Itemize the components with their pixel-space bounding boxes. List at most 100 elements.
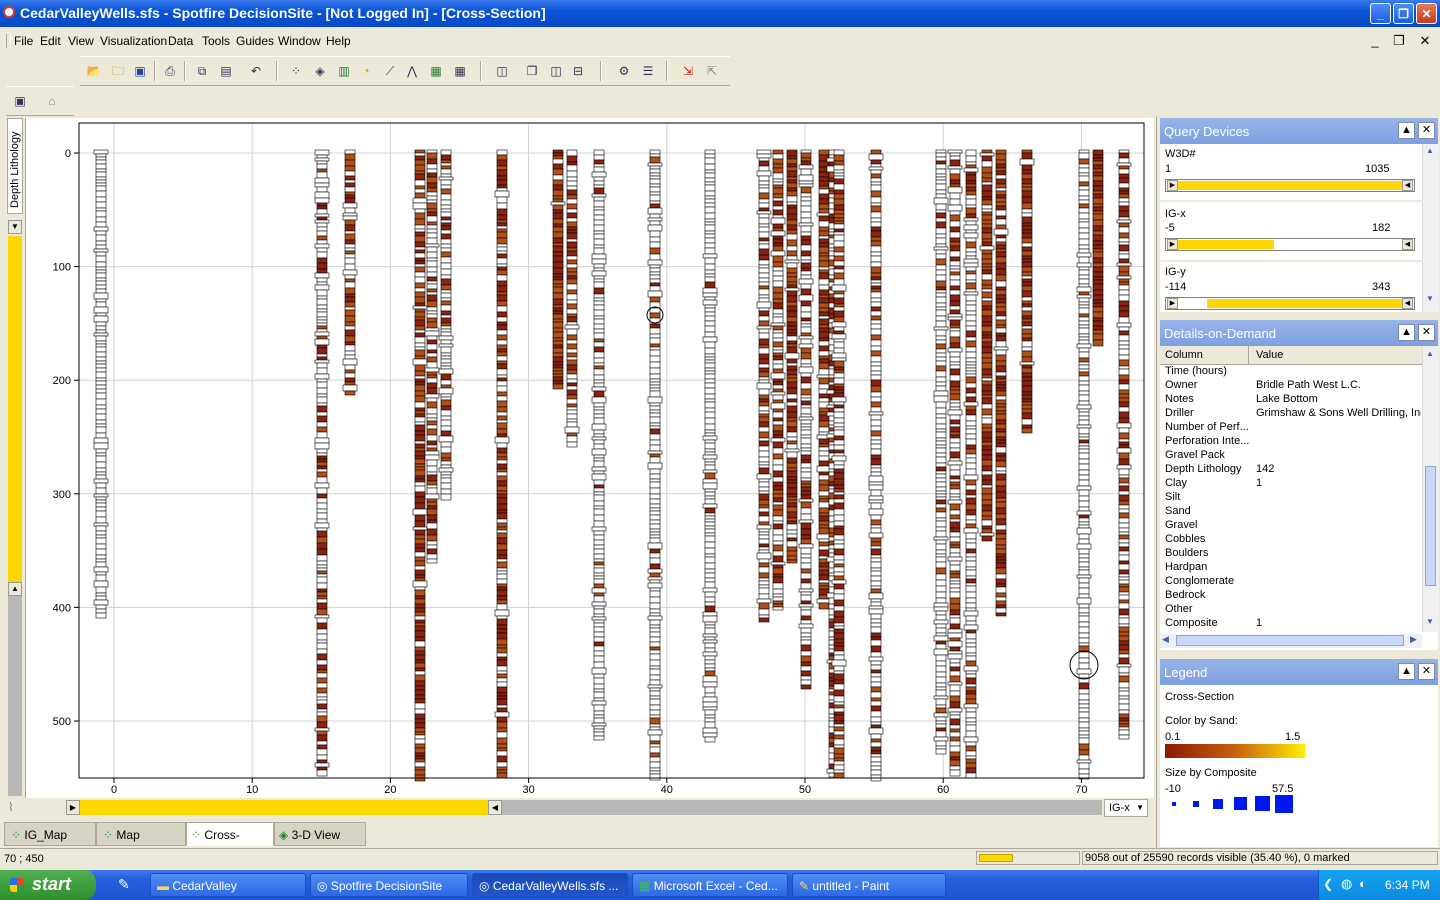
well-log-segment[interactable] [1021, 169, 1033, 175]
well-log-segment[interactable] [1118, 482, 1130, 487]
well-log-segment[interactable] [786, 529, 798, 535]
well-log-segment[interactable] [496, 638, 508, 646]
well-log-segment[interactable] [1021, 418, 1033, 426]
well-log-segment[interactable] [704, 177, 716, 183]
well-log-segment[interactable] [316, 289, 328, 297]
well-log-segment[interactable] [593, 230, 605, 235]
well-log-segment[interactable] [649, 323, 661, 329]
well-log-segment[interactable] [981, 190, 993, 198]
quicklaunch-icon[interactable]: ✎ [118, 876, 130, 893]
well-log-segment[interactable] [933, 246, 949, 251]
well-log-segment[interactable] [965, 405, 977, 411]
well-log-segment[interactable] [1019, 361, 1035, 366]
well-log-segment[interactable] [649, 456, 661, 464]
well-log-segment[interactable] [414, 702, 426, 710]
well-log-segment[interactable] [649, 175, 661, 180]
well-log-segment[interactable] [552, 373, 564, 378]
well-log-segment[interactable] [949, 724, 961, 730]
menu-edit[interactable]: Edit [40, 34, 61, 48]
well-log-segment[interactable] [414, 607, 426, 613]
well-log-segment[interactable] [496, 300, 508, 307]
well-log-segment[interactable] [758, 608, 770, 616]
well-log-segment[interactable] [786, 533, 798, 539]
y-scroll-up-arrow[interactable]: ▲ [8, 582, 22, 596]
well-log-segment[interactable] [649, 387, 661, 392]
well-log-segment[interactable] [649, 422, 661, 427]
well-log-segment[interactable] [316, 154, 328, 159]
well-log-segment[interactable] [772, 600, 784, 605]
well-log-segment[interactable] [496, 670, 508, 675]
well-log-segment[interactable] [496, 743, 508, 749]
well-log-segment[interactable] [786, 176, 798, 181]
well-log-segment[interactable] [1092, 294, 1104, 301]
well-log-segment[interactable] [704, 461, 716, 466]
well-log-segment[interactable] [933, 619, 949, 625]
well-log-segment[interactable] [649, 253, 661, 261]
well-log-segment[interactable] [1118, 726, 1130, 731]
well-log-segment[interactable] [649, 523, 661, 530]
well-log-segment[interactable] [426, 417, 438, 422]
well-log-segment[interactable] [949, 380, 961, 388]
well-log-segment[interactable] [833, 189, 845, 195]
well-log-segment[interactable] [868, 484, 884, 491]
well-log-segment[interactable] [870, 519, 882, 526]
well-log-segment[interactable] [772, 420, 784, 426]
well-log-segment[interactable] [702, 503, 718, 509]
task-cedarvalley[interactable]: ▬ CedarValley [150, 873, 306, 897]
well-log-segment[interactable] [344, 230, 356, 235]
well-log-segment[interactable] [981, 309, 993, 317]
well-log-segment[interactable] [702, 651, 718, 657]
well-log-segment[interactable] [414, 276, 426, 284]
well-log-segment[interactable] [414, 319, 426, 327]
well-log-segment[interactable] [1021, 281, 1033, 287]
well-log-segment[interactable] [935, 253, 947, 260]
well-log-segment[interactable] [440, 262, 452, 270]
well-log-segment[interactable] [965, 164, 977, 169]
well-log-segment[interactable] [414, 263, 426, 268]
well-log-segment[interactable] [649, 602, 661, 610]
well-log-segment[interactable] [1118, 573, 1130, 578]
well-log-segment[interactable] [593, 409, 605, 415]
well-log-segment[interactable] [496, 558, 508, 563]
well-log-segment[interactable] [440, 474, 452, 479]
well-log-segment[interactable] [704, 359, 716, 364]
well-log-segment[interactable] [316, 268, 328, 274]
well-log-segment[interactable] [593, 429, 605, 435]
well-log-segment[interactable] [965, 207, 977, 215]
well-log-segment[interactable] [965, 361, 977, 366]
well-log-segment[interactable] [833, 422, 845, 428]
well-log-segment[interactable] [593, 184, 605, 189]
well-log-segment[interactable] [316, 487, 328, 495]
well-log-segment[interactable] [833, 508, 845, 516]
well-log-segment[interactable] [870, 537, 882, 543]
well-log-segment[interactable] [995, 286, 1007, 291]
well-log-segment[interactable] [949, 580, 961, 585]
well-log-segment[interactable] [758, 398, 770, 403]
well-log-segment[interactable] [440, 399, 452, 407]
well-log-segment[interactable] [949, 319, 961, 326]
well-log-segment[interactable] [426, 424, 438, 430]
well-log-segment[interactable] [993, 346, 1009, 351]
well-log-segment[interactable] [496, 603, 508, 611]
well-log-segment[interactable] [414, 212, 426, 220]
well-log-segment[interactable] [1118, 695, 1130, 700]
well-log-segment[interactable] [949, 728, 961, 733]
well-log-segment[interactable] [496, 772, 508, 779]
well-log-segment[interactable] [800, 259, 812, 264]
well-log-segment[interactable] [935, 168, 947, 175]
well-log-segment[interactable] [414, 586, 426, 591]
well-log-segment[interactable] [935, 507, 947, 513]
well-log-segment[interactable] [965, 336, 977, 342]
well-log-segment[interactable] [496, 567, 508, 572]
well-log-segment[interactable] [833, 178, 845, 185]
well-log-segment[interactable] [1078, 743, 1090, 751]
well-log-segment[interactable] [870, 548, 882, 556]
well-log-segment[interactable] [818, 602, 830, 610]
well-log-segment[interactable] [949, 336, 961, 344]
well-log-segment[interactable] [758, 499, 770, 506]
well-log-segment[interactable] [316, 277, 328, 283]
well-log-segment[interactable] [1092, 289, 1104, 296]
well-log-segment[interactable] [649, 241, 661, 249]
well-log-segment[interactable] [800, 423, 812, 428]
well-log-segment[interactable] [772, 441, 784, 449]
